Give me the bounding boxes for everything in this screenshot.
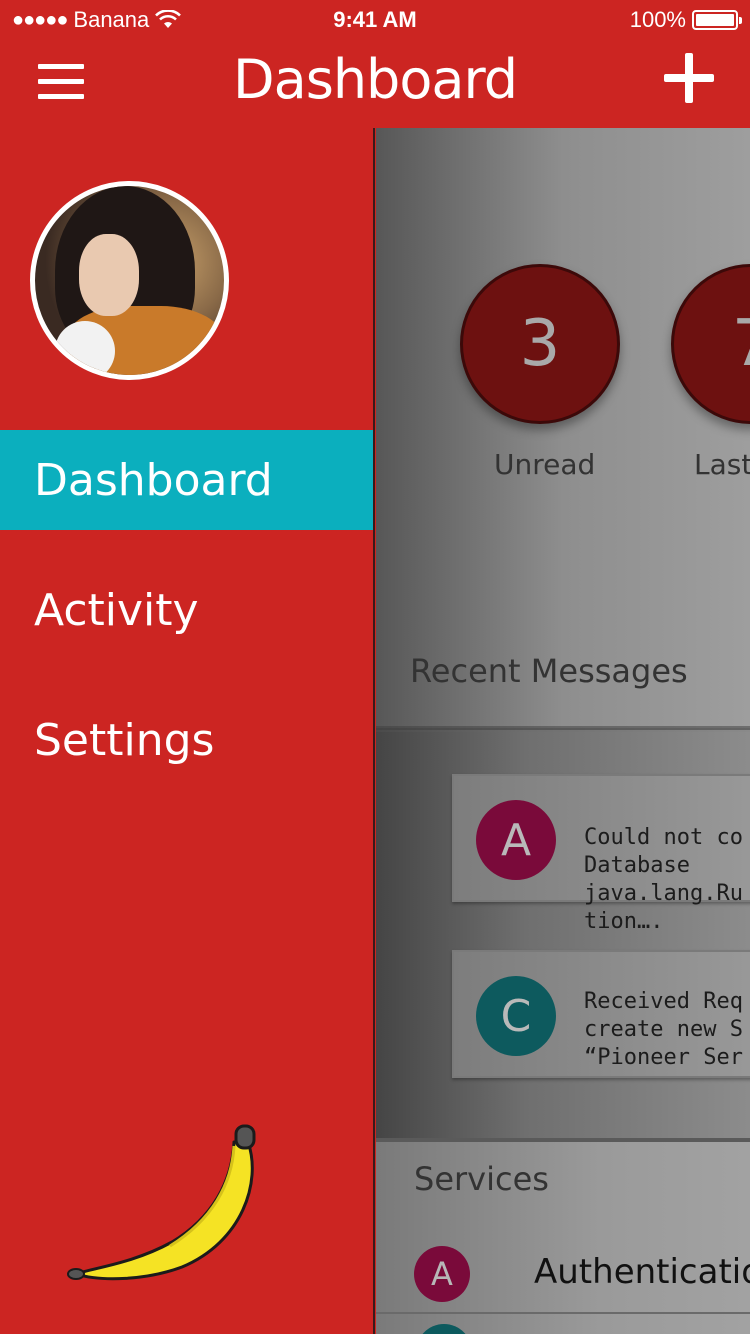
message-card[interactable]: A Could not co Database java.lang.Ru tio…: [452, 774, 750, 934]
message-text: Received Req create new S “Pioneer Ser: [584, 989, 743, 1070]
service-name: Authenticatio: [534, 1252, 750, 1292]
recent-messages-title: Recent Messages: [410, 652, 688, 690]
service-avatar[interactable]: [416, 1324, 472, 1334]
last-count-circle[interactable]: 7: [671, 264, 750, 424]
drawer-item-activity[interactable]: Activity: [0, 560, 373, 660]
section-divider: [376, 726, 750, 730]
service-row[interactable]: A Authenticatio: [376, 1238, 750, 1314]
page-title: Dashboard: [233, 48, 518, 111]
nav-bar: Dashboard: [0, 40, 750, 128]
status-bar: ●●●●● Banana 9:41 AM 100%: [0, 0, 750, 40]
stats-section: 3 7 Unread Last: [376, 128, 750, 728]
add-icon[interactable]: [664, 52, 718, 106]
services-section: Services A Authenticatio: [376, 1138, 750, 1334]
battery-percent: 100%: [629, 7, 686, 32]
recent-messages-list: A Could not co Database java.lang.Ru tio…: [376, 732, 750, 1138]
unread-count-circle[interactable]: 3: [460, 264, 620, 424]
services-title: Services: [414, 1160, 549, 1198]
unread-label: Unread: [494, 448, 596, 481]
message-avatar: C: [476, 976, 556, 1056]
drawer-item-dashboard[interactable]: Dashboard: [0, 430, 373, 530]
avatar[interactable]: [30, 181, 229, 380]
message-card[interactable]: C Received Req create new S “Pioneer Ser: [452, 950, 750, 1078]
status-right: 100%: [629, 7, 742, 33]
drawer-item-settings[interactable]: Settings: [0, 690, 373, 790]
message-text: Could not co Database java.lang.Ru tion……: [584, 825, 743, 934]
battery-icon: [692, 10, 742, 30]
banana-logo-icon: [67, 1124, 256, 1281]
drawer-menu: Dashboard Activity Settings: [0, 430, 373, 820]
service-avatar: A: [414, 1246, 470, 1302]
message-avatar: A: [476, 800, 556, 880]
side-drawer: Dashboard Activity Settings: [0, 128, 375, 1334]
last-label: Last: [694, 448, 750, 481]
dashboard-content: 3 7 Unread Last Recent Messages A Could …: [376, 128, 750, 1334]
